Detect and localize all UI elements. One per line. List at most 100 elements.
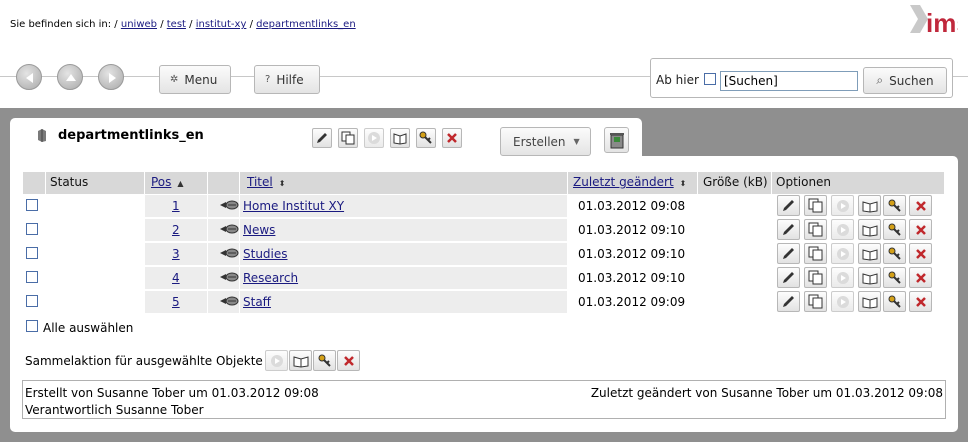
from-here-checkbox[interactable] [704,73,716,85]
row-publish-button[interactable] [858,195,881,216]
row-move-button[interactable] [831,219,854,240]
menu-button[interactable]: ✲ Menu [159,65,231,94]
header-modified[interactable]: Zuletzt geändert ⬍ [573,175,686,189]
row-copy-button[interactable] [804,267,827,288]
position-link[interactable]: 1 [172,199,180,213]
row-move-button[interactable] [831,267,854,288]
object-title: departmentlinks_en [58,128,204,143]
header-pos[interactable]: Pos ▲ [151,175,184,189]
row-copy-button[interactable] [804,243,827,264]
row-permissions-button[interactable] [883,195,906,216]
search-box: Ab hier ⌕ Suchen [650,58,953,98]
row-permissions-button[interactable] [883,291,906,312]
row-edit-button[interactable] [777,291,800,312]
copy-button[interactable] [338,128,358,148]
delete-icon [916,225,926,235]
row-checkbox[interactable] [26,199,38,211]
row-checkbox[interactable] [26,295,38,307]
ims-logo: ims [908,3,968,38]
publish-button[interactable] [390,128,410,148]
header-title[interactable]: Titel ⬍ [247,175,285,189]
book-icon [293,356,309,368]
row-edit-button[interactable] [777,243,800,264]
bulk-delete-button[interactable] [337,350,360,371]
back-button[interactable] [16,64,42,90]
breadcrumb: Sie befinden sich in: / uniweb / test / … [10,19,356,30]
row-copy-button[interactable] [804,219,827,240]
bulk-permissions-button[interactable] [313,350,336,371]
position-link[interactable]: 4 [172,271,180,285]
row-move-button[interactable] [831,243,854,264]
row-publish-button[interactable] [858,291,881,312]
row-checkbox[interactable] [26,223,38,235]
help-button[interactable]: ? Hilfe [254,65,320,94]
search-button[interactable]: ⌕ Suchen [863,67,947,94]
url-link-icon [219,199,239,214]
trash-button[interactable] [604,127,629,153]
title-link[interactable]: Research [243,271,298,285]
row-move-button[interactable] [831,195,854,216]
breadcrumb-test[interactable]: test [167,19,186,30]
row-edit-button[interactable] [777,195,800,216]
bulk-publish-button[interactable] [289,350,312,371]
delete-icon [916,201,926,211]
title-link[interactable]: Staff [243,295,271,309]
delete-button[interactable] [442,128,462,148]
move-icon [368,132,380,144]
title-link[interactable]: Studies [243,247,288,261]
search-input[interactable] [720,71,858,91]
up-button[interactable] [57,64,83,90]
edit-button[interactable] [312,128,332,148]
row-checkbox[interactable] [26,271,38,283]
bulk-move-button[interactable] [265,350,288,371]
book-icon [862,297,878,309]
move-button[interactable] [364,128,384,148]
title-link[interactable]: Home Institut XY [243,199,344,213]
position-link[interactable]: 5 [172,295,180,309]
breadcrumb-institut-xy[interactable]: institut-xy [196,19,247,30]
row-publish-button[interactable] [858,267,881,288]
move-icon [271,355,283,367]
sort-pos-link[interactable]: Pos [151,175,171,189]
row-permissions-button[interactable] [883,219,906,240]
question-icon: ? [265,74,271,85]
row-permissions-button[interactable] [883,243,906,264]
breadcrumb-prefix: Sie befinden sich in: [10,19,112,30]
search-icon: ⌕ [876,73,884,87]
book-icon [862,225,878,237]
sort-title-link[interactable]: Titel [247,175,273,189]
breadcrumb-uniweb[interactable]: uniweb [121,19,157,30]
position-link[interactable]: 2 [172,223,180,237]
permissions-button[interactable] [416,128,436,148]
create-dropdown[interactable]: Erstellen ▼ [500,127,591,156]
select-all-checkbox[interactable] [26,320,38,332]
header-options: Optionen [776,175,832,189]
breadcrumb-departmentlinks-en[interactable]: departmentlinks_en [256,19,356,30]
row-delete-button[interactable] [909,219,932,240]
pencil-icon [783,200,794,211]
row-permissions-button[interactable] [883,267,906,288]
position-link[interactable]: 3 [172,247,180,261]
created-info: Erstellt von Susanne Tober um 01.03.2012… [25,386,319,400]
row-publish-button[interactable] [858,243,881,264]
title-link[interactable]: News [243,223,275,237]
help-label: Hilfe [276,72,304,87]
row-copy-button[interactable] [804,195,827,216]
row-publish-button[interactable] [858,219,881,240]
url-link-icon [219,223,239,238]
row-copy-button[interactable] [804,291,827,312]
row-move-button[interactable] [831,291,854,312]
create-label: Erstellen [513,134,566,149]
row-delete-button[interactable] [909,195,932,216]
book-icon [862,273,878,285]
row-delete-button[interactable] [909,243,932,264]
row-delete-button[interactable] [909,291,932,312]
row-checkbox[interactable] [26,247,38,259]
row-edit-button[interactable] [777,267,800,288]
row-edit-button[interactable] [777,219,800,240]
logo-text: ims [926,8,958,35]
row-delete-button[interactable] [909,267,932,288]
sort-modified-link[interactable]: Zuletzt geändert [573,175,674,189]
header-size: Größe (kB) [703,175,768,189]
forward-button[interactable] [98,64,124,90]
